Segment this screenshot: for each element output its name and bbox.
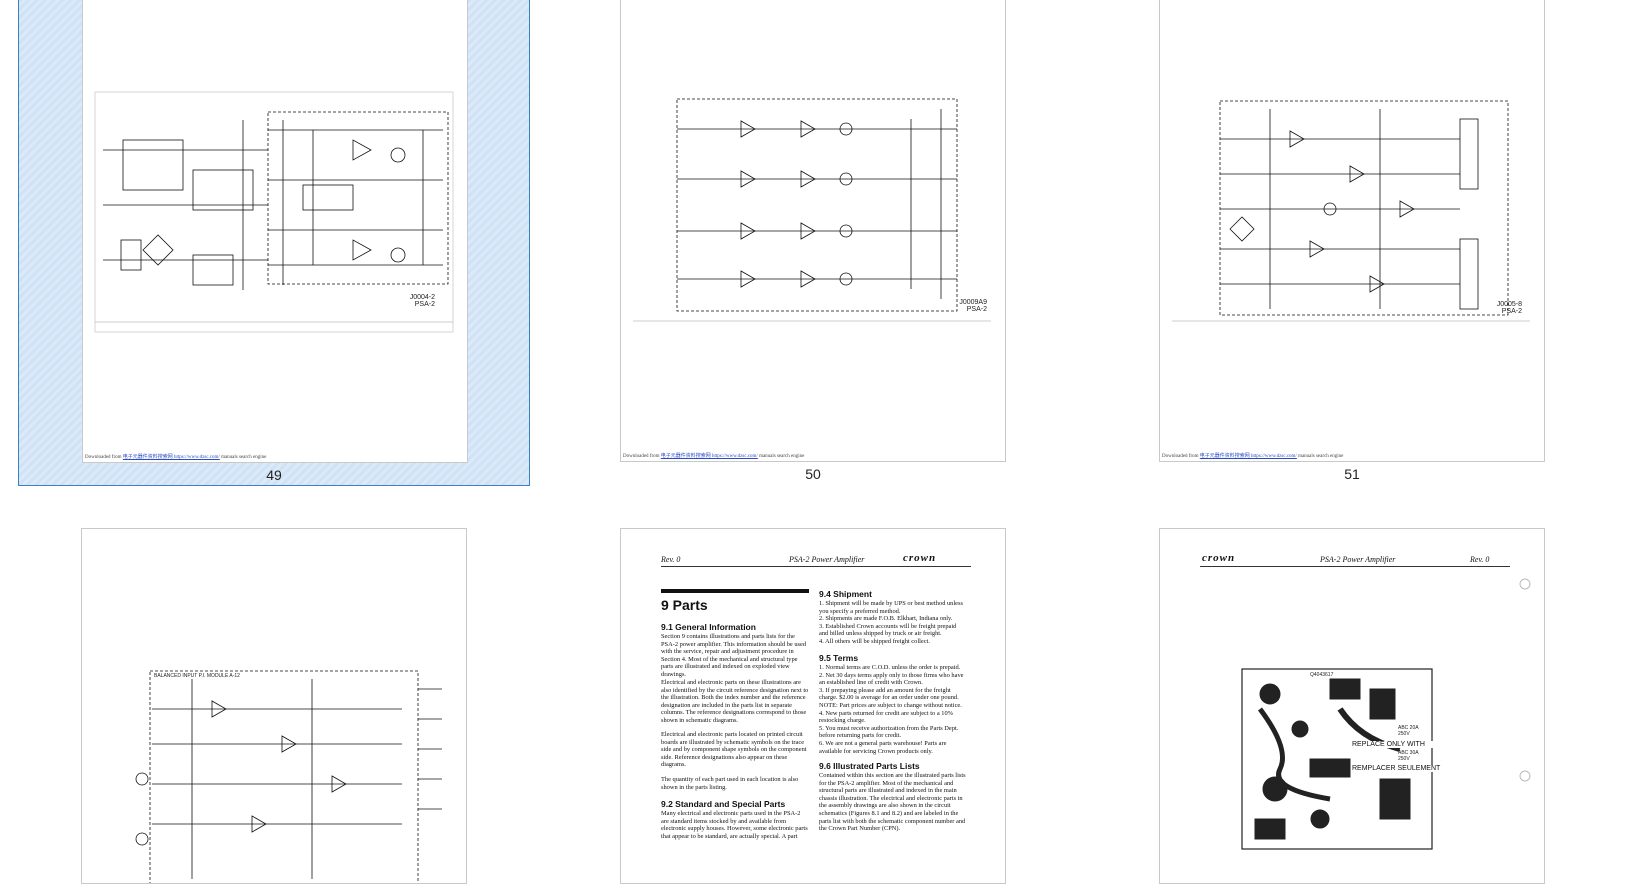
part-number-label: Q4043617 [1310,672,1334,678]
brand-logo: crown [903,552,937,564]
para-9-5: 1. Normal terms are C.O.D. unless the or… [819,664,964,755]
page-title: PSA-2 Power Amplifier [789,555,865,564]
heading-9-4: 9.4 Shipment [819,589,872,599]
fuse-rating-1: ABC 20A 250V [1398,725,1419,737]
section-title: 9 Parts [661,597,708,613]
pcb-drawing [1241,578,1531,850]
page-thumbnail[interactable]: Rev. 0 PSA-2 Power Amplifier crown 9 Par… [620,528,1006,884]
thumbnail-cell-50[interactable]: J0009A9 PSA-2 Downloaded from 电子元器件资料搜索网… [557,0,1069,486]
thumbnail-cell-52[interactable]: BALANCED INPUT P.I. MODULE A-12 [18,528,530,884]
page-number: 49 [266,467,282,483]
heading-9-1: 9.1 General Information [661,622,756,632]
drawing-number: J0005-8 PSA-2 [1496,301,1522,315]
para-9-1-d: The quantity of each part used in each l… [661,776,799,791]
section-rule [661,589,809,593]
page-thumbnail[interactable]: J0005-8 PSA-2 Downloaded from 电子元器件资料搜索网… [1159,0,1545,462]
thumbnail-cell-51[interactable]: J0005-8 PSA-2 Downloaded from 电子元器件资料搜索网… [1096,0,1608,486]
page-number: 50 [805,466,821,482]
schematic-drawing [633,98,991,322]
replace-warning-en: REPLACE ONLY WITH [1352,741,1452,748]
thumbnail-cell-53[interactable]: Rev. 0 PSA-2 Power Amplifier crown 9 Par… [557,528,1069,884]
page-thumbnail[interactable]: crown PSA-2 Power Amplifier Rev. 0 Q4043… [1159,528,1545,884]
page-thumbnail[interactable]: J0009A9 PSA-2 Downloaded from 电子元器件资料搜索网… [620,0,1006,462]
thumbnail-cell-54[interactable]: crown PSA-2 Power Amplifier Rev. 0 Q4043… [1096,528,1608,884]
page-footer: Downloaded from 电子元器件资料搜索网 https://www.d… [85,455,267,460]
page-number: 51 [1344,466,1360,482]
para-9-1-c: Electrical and electronic parts located … [661,731,807,769]
module-label: BALANCED INPUT P.I. MODULE A-12 [154,673,240,679]
thumbnail-cell-49[interactable]: J0004-2 PSA-2 Downloaded from 电子元器件资料搜索网… [18,0,530,486]
page-thumbnail[interactable]: J0004-2 PSA-2 Downloaded from 电子元器件资料搜索网… [82,0,468,463]
header-rule [661,566,971,567]
page-footer: Downloaded from 电子元器件资料搜索网 https://www.d… [623,454,805,459]
document-page: Rev. 0 PSA-2 Power Amplifier crown 9 Par… [621,529,1005,883]
page-footer: Downloaded from 电子元器件资料搜索网 https://www.d… [1162,454,1344,459]
para-9-1-b: Electrical and electronic parts on these… [661,679,809,724]
schematic-drawing [1172,100,1530,322]
para-9-4: 1. Shipment will be made by UPS or best … [819,600,963,645]
para-9-1-a: Section 9 contains illustrations and par… [661,633,807,678]
drawing-number: J0009A9 PSA-2 [959,299,987,313]
thumbnail-grid: J0004-2 PSA-2 Downloaded from 电子元器件资料搜索网… [0,0,1630,884]
schematic-drawing [94,91,454,333]
heading-9-2: 9.2 Standard and Special Parts [661,799,786,809]
drawing-number: J0004-2 PSA-2 [409,294,435,308]
para-9-6: Contained within this section are the il… [819,772,966,833]
heading-9-6: 9.6 Illustrated Parts Lists [819,761,920,771]
page-rev: Rev. 0 [661,555,681,564]
fuse-rating-2: ABC 30A 250V [1398,750,1419,762]
schematic-drawing [135,670,442,883]
replace-warning-fr: REMPLACER SEULEMENT [1352,765,1452,772]
page-thumbnail[interactable]: BALANCED INPUT P.I. MODULE A-12 [81,528,467,884]
para-9-2: Many electrical and electronic parts use… [661,810,808,840]
heading-9-5: 9.5 Terms [819,653,859,663]
